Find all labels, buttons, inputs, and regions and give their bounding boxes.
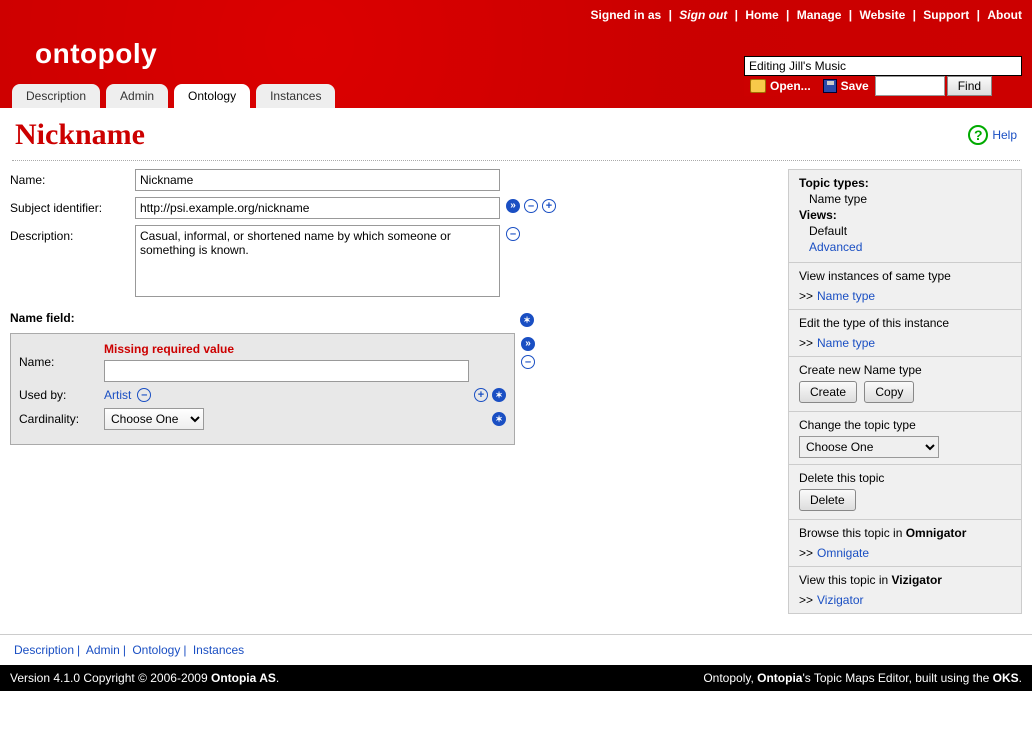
change-type-select[interactable]: Choose One [799,436,939,458]
vizigator-link[interactable]: Vizigator [817,593,863,607]
validation-error: Missing required value [104,342,469,356]
topbar: Signed in as | Sign out | Home | Manage … [591,8,1022,22]
tab-description[interactable]: Description [12,84,100,108]
bn-ontology[interactable]: Ontology [132,643,180,657]
help-icon: ? [968,125,988,145]
delete-button[interactable]: Delete [799,489,856,511]
edit-box: Editing Jill's Music Open... Save Find [744,56,1022,96]
footer: Version 4.1.0 Copyright © 2006-2009 Onto… [0,665,1032,691]
divider [12,160,1020,161]
description-textarea[interactable]: Casual, informal, or shortened name by w… [135,225,500,297]
footer-left: Version 4.1.0 Copyright © 2006-2009 Onto… [10,671,279,685]
name-type-edit-link[interactable]: Name type [817,336,875,350]
name-field-label: Name field: [10,311,520,327]
star-icon[interactable] [492,412,506,426]
nav-manage[interactable]: Manage [797,8,842,22]
goto-icon[interactable] [521,337,535,351]
main-tabs: Description Admin Ontology Instances [12,84,335,108]
copy-button[interactable]: Copy [864,381,914,403]
signed-in-label: Signed in as [591,8,662,22]
goto-icon[interactable] [506,199,520,213]
arrow-icon: >> [799,336,813,350]
remove-icon[interactable] [521,355,535,369]
bn-admin[interactable]: Admin [86,643,120,657]
topic-types-item: Name type [809,192,1011,206]
name-field-subform: Name: Missing required value Used by: Ar… [10,333,515,445]
edit-type-text: Edit the type of this instance [799,316,1011,330]
nav-website[interactable]: Website [859,8,905,22]
add-icon[interactable] [542,199,556,213]
arrow-icon: >> [799,289,813,303]
cardinality-label: Cardinality: [19,412,104,426]
save-button[interactable]: Save [817,76,875,96]
name-type-link[interactable]: Name type [817,289,875,303]
sign-out-link[interactable]: Sign out [679,8,727,22]
name-input[interactable] [135,169,500,191]
usedby-link[interactable]: Artist [104,388,131,402]
topic-types-heading: Topic types: [799,176,1011,190]
subject-input[interactable] [135,197,500,219]
remove-icon[interactable] [137,388,151,402]
sidebar: Topic types: Name type Views: Default Ad… [788,169,1022,614]
header: Signed in as | Sign out | Home | Manage … [0,0,1032,108]
arrow-icon: >> [799,593,813,607]
open-button[interactable]: Open... [744,76,817,96]
cardinality-select[interactable]: Choose One [104,408,204,430]
views-heading: Views: [799,208,1011,222]
view-vizigator-text: View this topic in Vizigator [799,573,1011,587]
help-link[interactable]: ? Help [968,125,1017,145]
tab-ontology[interactable]: Ontology [174,84,250,108]
bn-instances[interactable]: Instances [193,643,244,657]
star-icon[interactable] [520,313,534,327]
arrow-icon: >> [799,546,813,560]
delete-text: Delete this topic [799,471,1011,485]
sub-name-input[interactable] [104,360,469,382]
disk-icon [823,79,837,93]
view-default: Default [809,224,1011,238]
create-button[interactable]: Create [799,381,857,403]
create-new-text: Create new Name type [799,363,1011,377]
remove-icon[interactable] [524,199,538,213]
footer-right: Ontopoly, Ontopia's Topic Maps Editor, b… [703,671,1022,685]
brand-logo: ontopoly [35,38,157,70]
remove-icon[interactable] [506,227,520,241]
view-advanced-link[interactable]: Advanced [809,240,862,254]
subject-label: Subject identifier: [10,197,135,219]
omnigate-link[interactable]: Omnigate [817,546,869,560]
browse-omnigator-text: Browse this topic in Omnigator [799,526,1011,540]
add-icon[interactable] [474,388,488,402]
find-input[interactable] [875,76,945,96]
editing-title: Editing Jill's Music [744,56,1022,76]
desc-label: Description: [10,225,135,247]
usedby-label: Used by: [19,388,104,402]
nav-home[interactable]: Home [745,8,778,22]
bn-description[interactable]: Description [14,643,74,657]
view-instances-text: View instances of same type [799,269,1011,283]
main-form: Name: Subject identifier: Description: C… [10,169,780,445]
bottom-nav: Description| Admin| Ontology| Instances [0,634,1032,665]
change-type-text: Change the topic type [799,418,1011,432]
tab-instances[interactable]: Instances [256,84,335,108]
find-button[interactable]: Find [947,76,992,96]
folder-icon [750,79,766,93]
page-title: Nickname [15,118,145,152]
nav-about[interactable]: About [987,8,1022,22]
name-label: Name: [10,169,135,191]
sub-name-label: Name: [19,355,104,369]
nav-support[interactable]: Support [923,8,969,22]
tab-admin[interactable]: Admin [106,84,168,108]
star-icon[interactable] [492,388,506,402]
